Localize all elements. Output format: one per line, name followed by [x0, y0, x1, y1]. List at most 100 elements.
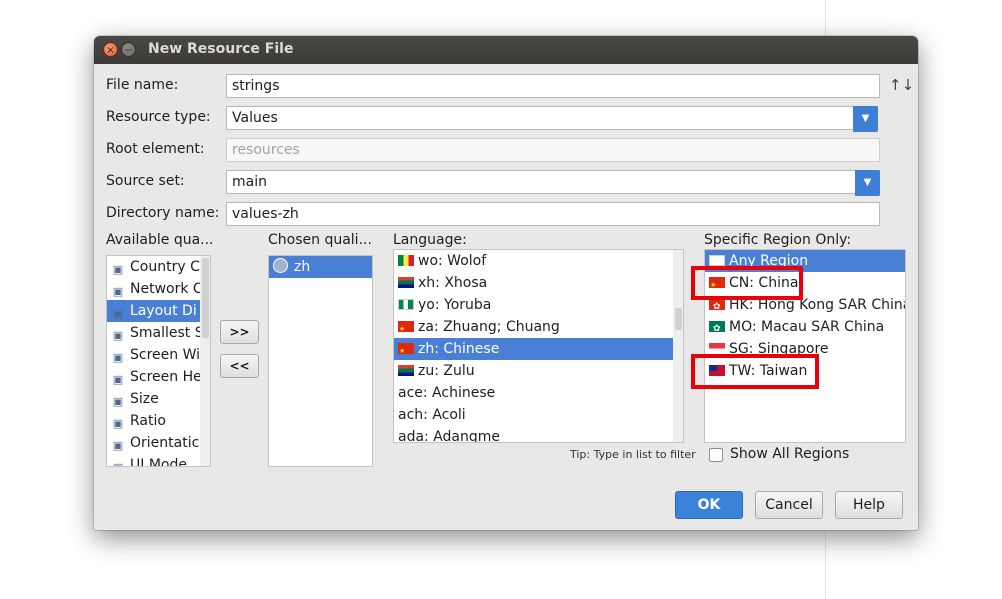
list-item[interactable]: ▣ Layout Di: [107, 300, 210, 322]
chevron-down-icon[interactable]: ▼: [853, 106, 878, 132]
flag-za-icon: [398, 277, 414, 288]
annotation-box-tw-taiwan: [691, 354, 819, 389]
network-code-icon: ▣: [112, 285, 124, 298]
list-item[interactable]: ▣ UI Mode: [107, 454, 210, 467]
resource-type-select[interactable]: Values ▼: [226, 106, 878, 132]
region-label: Specific Region Only:: [704, 232, 852, 248]
flag-hk-icon: [709, 299, 725, 310]
language-list[interactable]: wo: Wolof xh: Xhosa yo: Yoruba za: Zhuang; …: [393, 249, 684, 443]
flag-za-icon: [398, 365, 414, 376]
globe-icon: [273, 258, 288, 273]
smallest-screen-icon: ▣: [112, 329, 124, 342]
language-label: Language:: [393, 232, 467, 248]
add-qualifier-button[interactable]: >>: [220, 320, 259, 344]
list-item-label: Size: [130, 391, 159, 407]
ratio-icon: ▣: [112, 417, 124, 430]
list-item[interactable]: ach: Acoli: [394, 404, 683, 426]
list-item-label: UI Mode: [130, 457, 187, 467]
list-item-label: Network C: [130, 281, 203, 297]
available-qualifiers-scrollbar[interactable]: [200, 256, 210, 466]
list-item[interactable]: ace: Achinese: [394, 382, 683, 404]
flag-cn-icon: [398, 343, 414, 354]
list-item[interactable]: zh: Chinese: [394, 338, 683, 360]
help-button[interactable]: Help: [835, 491, 903, 519]
close-window-icon[interactable]: ×: [103, 42, 118, 57]
root-element-label: Root element:: [106, 141, 205, 157]
list-item-label: zu: Zulu: [418, 363, 475, 379]
list-item[interactable]: ▣ Orientatic: [107, 432, 210, 454]
list-item-label: Layout Di: [130, 303, 197, 319]
list-item-label: ace: Achinese: [398, 385, 496, 401]
source-set-select[interactable]: main ▼: [226, 170, 880, 196]
directory-name-label: Directory name:: [106, 205, 220, 221]
list-item[interactable]: wo: Wolof: [394, 250, 683, 272]
list-item[interactable]: xh: Xhosa: [394, 272, 683, 294]
flag-sn-icon: [398, 255, 414, 266]
list-item[interactable]: zu: Zulu: [394, 360, 683, 382]
list-item-label: Smallest S: [130, 325, 204, 341]
orientation-icon: ▣: [112, 439, 124, 452]
list-item[interactable]: MO: Macau SAR China: [705, 316, 905, 338]
list-item-label: Screen He: [130, 369, 202, 385]
available-qualifiers-list[interactable]: ▣ Country C ▣ Network C ▣ Layout Di ▣ Smallest …: [106, 255, 211, 467]
chosen-qualifiers-label: Chosen quali...: [268, 232, 372, 248]
available-qualifiers-label: Available qua...: [106, 232, 214, 248]
dialog-title: New Resource File: [148, 41, 294, 57]
file-name-input[interactable]: strings: [226, 74, 880, 98]
list-item-label: Country C: [130, 259, 200, 275]
flag-ng-icon: [398, 299, 414, 310]
list-item-label: ach: Acoli: [398, 407, 466, 423]
list-item[interactable]: ▣ Country C: [107, 256, 210, 278]
list-item[interactable]: zh: [269, 256, 372, 278]
show-all-regions-checkbox[interactable]: [709, 448, 723, 462]
list-item-label: Screen Wi: [130, 347, 201, 363]
list-item[interactable]: yo: Yoruba: [394, 294, 683, 316]
list-item-label: MO: Macau SAR China: [729, 319, 885, 335]
scrollbar-thumb[interactable]: [202, 258, 209, 338]
flag-sg-icon: [709, 343, 725, 354]
layout-direction-icon: ▣: [112, 307, 124, 320]
cancel-button[interactable]: Cancel: [755, 491, 823, 519]
list-item[interactable]: ▣ Network C: [107, 278, 210, 300]
new-resource-file-dialog: × − New Resource File File name: strings…: [94, 36, 918, 530]
list-item-label: zh: [294, 259, 311, 275]
screen-height-icon: ▣: [112, 373, 124, 386]
list-item[interactable]: ▣ Size: [107, 388, 210, 410]
minimize-window-icon[interactable]: −: [121, 42, 136, 57]
directory-name-input[interactable]: values-zh: [226, 202, 880, 226]
remove-qualifier-button[interactable]: <<: [220, 354, 259, 378]
chevron-down-icon[interactable]: ▼: [855, 170, 880, 196]
show-all-regions-label[interactable]: Show All Regions: [730, 446, 849, 462]
chosen-qualifiers-list[interactable]: zh: [268, 255, 373, 467]
sort-icon[interactable]: ↑↓: [889, 76, 914, 94]
list-item[interactable]: ▣ Smallest S: [107, 322, 210, 344]
ok-button[interactable]: OK: [675, 491, 743, 519]
list-item[interactable]: ▣ Ratio: [107, 410, 210, 432]
screen-width-icon: ▣: [112, 351, 124, 364]
source-set-value: main: [232, 174, 267, 190]
list-item[interactable]: ▣ Screen He: [107, 366, 210, 388]
flag-blank-icon: [709, 255, 725, 266]
filter-tip: Tip: Type in list to filter: [570, 448, 696, 461]
file-name-label: File name:: [106, 77, 179, 93]
ui-mode-icon: ▣: [111, 461, 125, 466]
root-element-input: resources: [226, 138, 880, 162]
list-item[interactable]: za: Zhuang; Chuang: [394, 316, 683, 338]
list-item[interactable]: ada: Adangme: [394, 426, 683, 443]
annotation-box-cn-china: [691, 266, 803, 300]
list-item-label: ada: Adangme: [398, 429, 501, 443]
list-item-label: za: Zhuang; Chuang: [418, 319, 560, 335]
list-item-label: zh: Chinese: [418, 341, 500, 357]
country-code-icon: ▣: [112, 263, 124, 276]
list-item-label: wo: Wolof: [418, 253, 487, 269]
title-bar: × − New Resource File: [94, 36, 918, 64]
resource-type-value: Values: [232, 110, 278, 126]
list-item[interactable]: ▣ Screen Wi: [107, 344, 210, 366]
source-set-label: Source set:: [106, 173, 185, 189]
resource-type-label: Resource type:: [106, 109, 211, 125]
language-scrollbar[interactable]: [673, 250, 683, 442]
flag-cn-icon: [398, 321, 414, 332]
size-icon: ▣: [112, 395, 124, 408]
list-item-label: Orientatic: [130, 435, 200, 451]
scrollbar-thumb[interactable]: [675, 308, 682, 330]
